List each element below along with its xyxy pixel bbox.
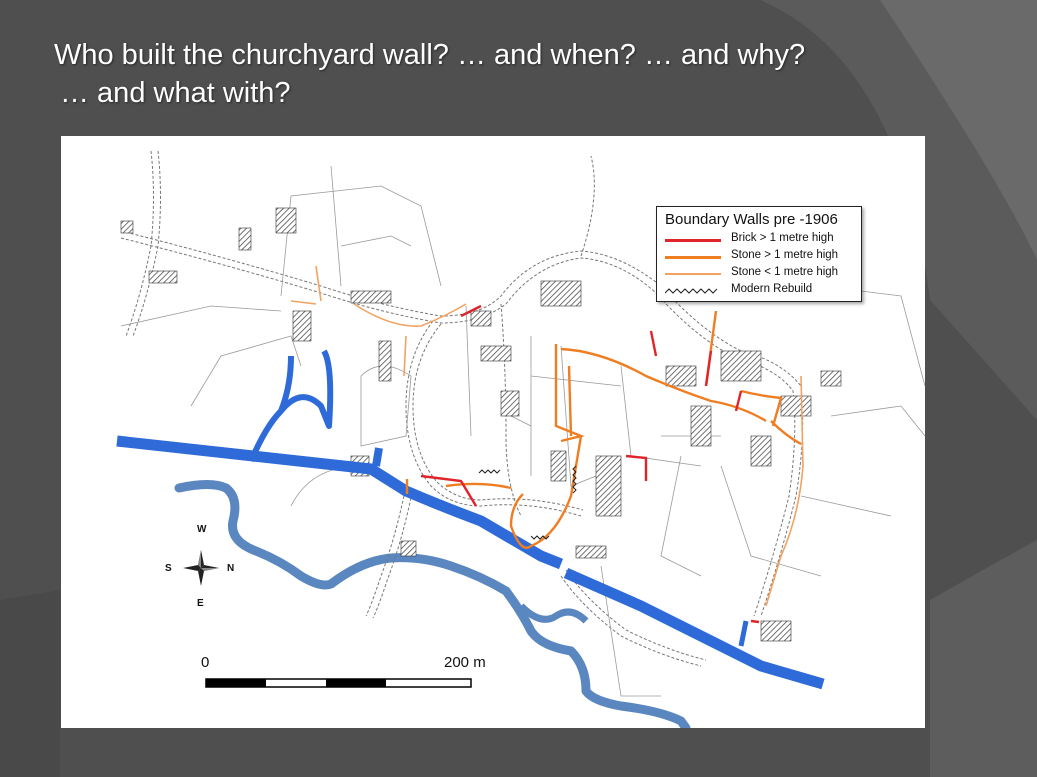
canal-stub — [372, 447, 383, 467]
river — [174, 480, 691, 728]
slide-title: Who built the churchyard wall? … and whe… — [54, 36, 1014, 112]
legend-label-brick: Brick > 1 metre high — [731, 232, 834, 244]
legend-item-modern-rebuild: Modern Rebuild — [665, 283, 860, 299]
slide-title-line-1: Who built the churchyard wall? … and whe… — [54, 39, 806, 71]
compass-label-s: S — [165, 563, 172, 574]
legend-swatch-brick — [665, 239, 721, 242]
legend-title: Boundary Walls pre -1906 — [665, 211, 838, 228]
scale-start-label: 0 — [201, 654, 210, 671]
legend-label-stone-low: Stone < 1 metre high — [731, 266, 839, 278]
map-legend: Boundary Walls pre -1906 Brick > 1 metre… — [656, 206, 862, 302]
legend-item-stone-low: Stone < 1 metre high — [665, 266, 860, 282]
compass-label-e: E — [197, 598, 204, 609]
compass-label-n: N — [227, 563, 235, 574]
legend-zigzag-icon — [665, 288, 718, 294]
compass-rose — [183, 550, 219, 586]
legend-item-stone-high: Stone > 1 metre high — [665, 249, 860, 265]
legend-swatch-stone-low — [665, 273, 721, 275]
legend-item-brick: Brick > 1 metre high — [665, 232, 860, 248]
scale-bar — [205, 678, 472, 688]
village-map: W S N E 0 200 m Boundary Walls pre -1906… — [61, 136, 925, 728]
canal-stub-east — [738, 620, 749, 647]
legend-label-stone-high: Stone > 1 metre high — [731, 249, 839, 261]
river-loop — [518, 603, 589, 624]
compass-label-w: W — [197, 524, 207, 535]
slide-title-line-2: … and what with? — [60, 77, 291, 109]
scale-end-label: 200 m — [444, 654, 486, 671]
legend-swatch-stone-high — [665, 256, 721, 259]
canal-main — [116, 435, 564, 570]
legend-label-modern-rebuild: Modern Rebuild — [731, 283, 813, 295]
canal-branch — [248, 349, 334, 463]
